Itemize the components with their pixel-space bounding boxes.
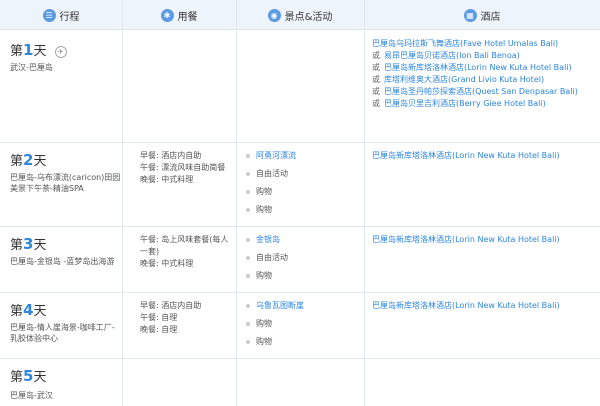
activity-item: 购物 [246,336,356,354]
hotel-link[interactable]: 或巴厘岛贝里吉利酒店(Berry Giee Hotel Bali) [372,98,598,110]
day-route: 巴厘岛-乌布漂流(caricon)田园美景下午茶-精油SPA [10,173,121,193]
itinerary-table: ☰ 行程 ✱ 用餐 ◉ 景点&活动 ▦ 酒店 第1天 ✈ 武汉-巴厘岛 巴厘岛乌… [0,0,600,406]
airplane-icon: ✈ [54,45,67,58]
activity-item[interactable]: 乌鲁瓦图断崖 [246,300,356,318]
header-activities: ◉ 景点&活动 [236,0,364,30]
header-itinerary: ☰ 行程 [0,0,122,30]
meal-item: 午餐: 漂流风味自助简餐 [140,163,226,172]
activity-item: 自由活动 [246,252,356,270]
activity-item: 购物 [246,204,356,222]
activity-item: 自由活动 [246,168,356,186]
meal-icon: ✱ [160,8,174,22]
activity-list: 金银岛 自由活动 购物 [246,234,356,288]
meal-item: 晚餐: 中式料理 [140,259,194,268]
meal-list: 早餐: 酒店内自助 午餐: 自理 晚餐: 自理 [140,300,234,336]
hotel-options: 巴厘岛新库塔洛林酒店(Lorin New Kuta Hotel Bali) [372,300,598,312]
hotel-link[interactable]: 或易昂巴厘岛贝诺酒店(Ion Bali Benoa) [372,50,598,62]
hotel-link[interactable]: 巴厘岛新库塔洛林酒店(Lorin New Kuta Hotel Bali) [372,150,598,162]
hotel-link[interactable]: 巴厘岛新库塔洛林酒店(Lorin New Kuta Hotel Bali) [372,234,598,246]
meal-item: 午餐: 自理 [140,313,178,322]
bullet-dot-icon [246,304,250,308]
row-divider [0,292,600,293]
bullet-dot-icon [246,238,250,242]
header-hotel: ▦ 酒店 [364,0,600,30]
meal-list: 午餐: 岛上风味套餐(每人一套) 晚餐: 中式料理 [140,234,234,270]
day-title: 第2天 [10,151,47,169]
hotel-link[interactable]: 或库塔利维奥大酒店(Grand Livio Kuta Hotel) [372,74,598,86]
activity-item[interactable]: 金银岛 [246,234,356,252]
day-route: 巴厘岛-金银岛 -蓝梦岛出海游 [10,257,115,266]
day-title: 第5天 [10,367,47,385]
bullet-dot-icon [246,208,250,212]
hotel-options: 巴厘岛新库塔洛林酒店(Lorin New Kuta Hotel Bali) [372,150,598,162]
hotel-icon: ▦ [463,8,477,22]
activity-list: 阿勇河漂流 自由活动 购物 购物 [246,150,356,222]
activity-list: 乌鲁瓦图断崖 购物 购物 [246,300,356,354]
day-route: 巴厘岛-情人崖海景-咖啡工厂-乳胶体验中心 [10,323,115,343]
day-route: 武汉-巴厘岛 [10,63,53,72]
activity-item: 购物 [246,270,356,288]
table-header: ☰ 行程 ✱ 用餐 ◉ 景点&活动 ▦ 酒店 [0,0,600,30]
activity-item: 购物 [246,186,356,204]
meal-item: 早餐: 酒店内自助 [140,151,202,160]
column-divider [122,0,123,406]
itinerary-icon: ☰ [42,8,56,22]
row-divider [0,226,600,227]
day-title: 第3天 [10,235,47,253]
hotel-link[interactable]: 或巴厘岛圣丹帕莎探索酒店(Quest San Denpasar Bali) [372,86,598,98]
hotel-link[interactable]: 巴厘岛乌玛拉斯飞舞酒店(Fave Hotel Umalas Bali) [372,38,598,50]
camera-icon: ◉ [267,8,281,22]
row-divider [0,358,600,359]
bullet-dot-icon [246,322,250,326]
day-title: 第4天 [10,301,47,319]
bullet-dot-icon [246,340,250,344]
meal-item: 晚餐: 中式料理 [140,175,194,184]
row-divider [0,142,600,143]
bullet-dot-icon [246,256,250,260]
meal-list: 早餐: 酒店内自助 午餐: 漂流风味自助简餐 晚餐: 中式料理 [140,150,234,186]
bullet-dot-icon [246,274,250,278]
hotel-link[interactable]: 巴厘岛新库塔洛林酒店(Lorin New Kuta Hotel Bali) [372,300,598,312]
hotel-options: 巴厘岛新库塔洛林酒店(Lorin New Kuta Hotel Bali) [372,234,598,246]
meal-item: 午餐: 岛上风味套餐(每人一套) [140,235,229,256]
bullet-dot-icon [246,172,250,176]
meal-item: 早餐: 酒店内自助 [140,301,202,310]
day-route: 巴厘岛-武汉 [10,391,53,400]
bullet-dot-icon [246,190,250,194]
activity-item[interactable]: 阿勇河漂流 [246,150,356,168]
bullet-dot-icon [246,154,250,158]
column-divider [236,0,237,406]
meal-item: 晚餐: 自理 [140,325,178,334]
column-divider [364,0,365,406]
day-title: 第1天 ✈ [10,40,67,59]
activity-item: 购物 [246,318,356,336]
hotel-options: 巴厘岛乌玛拉斯飞舞酒店(Fave Hotel Umalas Bali) 或易昂巴… [372,38,598,110]
hotel-link[interactable]: 或巴厘岛新库塔洛林酒店(Lorin New Kuta Hotel Bali) [372,62,598,74]
header-meals: ✱ 用餐 [122,0,236,30]
